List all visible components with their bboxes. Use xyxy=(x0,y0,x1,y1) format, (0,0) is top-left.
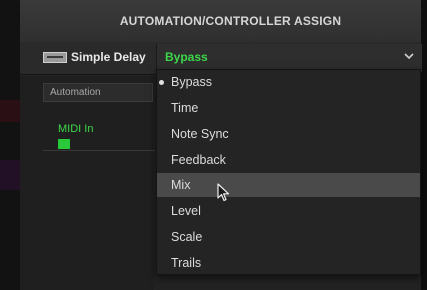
menu-item-time[interactable]: Time xyxy=(157,96,420,120)
menu-item-trails[interactable]: Trails xyxy=(157,251,420,275)
parameter-dropdown-menu: Bypass Time Note Sync Feedback Mix Level… xyxy=(156,69,421,275)
block-icon-detail xyxy=(47,56,63,58)
menu-item-mix[interactable]: Mix xyxy=(157,173,420,197)
menu-item-note-sync[interactable]: Note Sync xyxy=(157,122,420,146)
menu-item-label: Note Sync xyxy=(171,127,229,141)
midi-activity-indicator xyxy=(58,139,70,149)
mouse-cursor-icon xyxy=(217,183,230,202)
menu-item-label: Trails xyxy=(171,256,202,270)
edge-color-strip xyxy=(0,100,20,122)
menu-item-label: Feedback xyxy=(171,153,226,167)
menu-item-level[interactable]: Level xyxy=(157,199,420,223)
menu-item-label: Scale xyxy=(171,230,203,244)
controller-assign-window: AUTOMATION/CONTROLLER ASSIGN Simple Dela… xyxy=(0,0,427,290)
block-name[interactable]: Simple Delay xyxy=(71,50,146,64)
left-column xyxy=(20,76,154,290)
midi-in-label: MIDI In xyxy=(58,123,94,135)
menu-item-label: Time xyxy=(171,101,199,115)
menu-item-feedback[interactable]: Feedback xyxy=(157,148,420,172)
menu-item-label: Mix xyxy=(171,178,191,192)
panel-header: AUTOMATION/CONTROLLER ASSIGN xyxy=(20,0,421,43)
edge-color-strip xyxy=(0,160,20,190)
menu-item-bypass[interactable]: Bypass xyxy=(157,70,420,94)
automation-select-label: Automation xyxy=(50,87,101,98)
chevron-down-icon[interactable] xyxy=(404,52,414,60)
left-edge-strip xyxy=(0,0,20,290)
parameter-selected-value[interactable]: Bypass xyxy=(165,50,208,64)
divider xyxy=(43,150,155,151)
delay-block-icon xyxy=(43,52,67,63)
panel-title: AUTOMATION/CONTROLLER ASSIGN xyxy=(119,14,342,28)
selected-bullet-icon xyxy=(159,80,164,85)
menu-item-label: Level xyxy=(171,204,201,218)
menu-item-scale[interactable]: Scale xyxy=(157,225,420,249)
menu-item-label: Bypass xyxy=(171,75,212,89)
